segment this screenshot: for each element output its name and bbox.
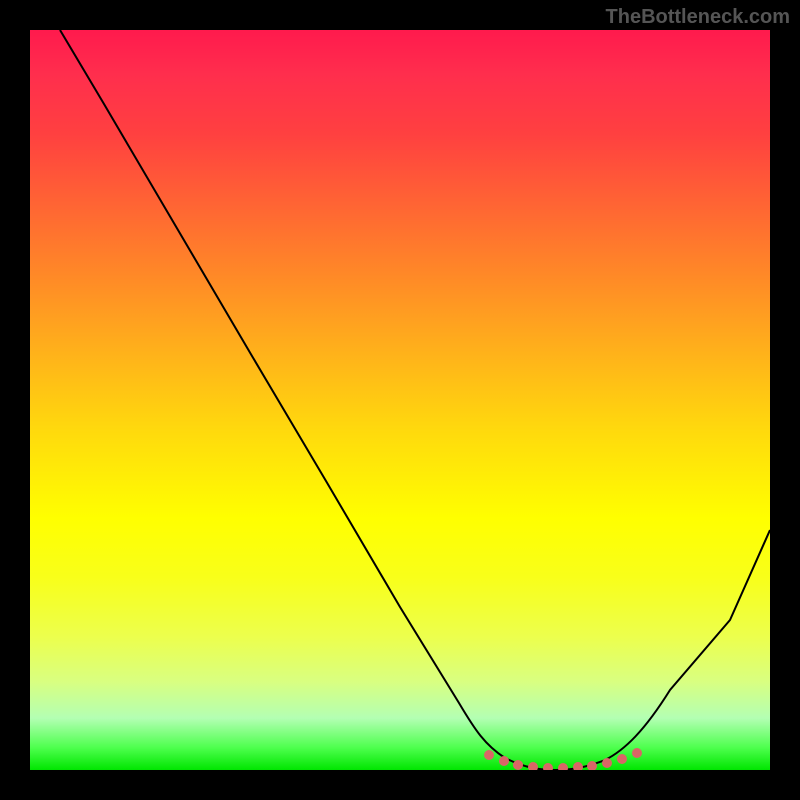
chart-plot-area	[30, 30, 770, 770]
sweet-spot-dot	[499, 756, 509, 766]
sweet-spot-dot	[528, 762, 538, 770]
sweet-spot-dot	[617, 754, 627, 764]
sweet-spot-dot	[573, 762, 583, 770]
sweet-spot-dot	[543, 763, 553, 770]
sweet-spot-dot	[632, 748, 642, 758]
sweet-spot-dot	[558, 763, 568, 770]
bottleneck-curve-path	[60, 30, 770, 770]
sweet-spot-dot	[484, 750, 494, 760]
chart-svg	[30, 30, 770, 770]
sweet-spot-dot	[602, 758, 612, 768]
sweet-spot-dot	[587, 761, 597, 770]
watermark-text: TheBottleneck.com	[606, 6, 790, 29]
sweet-spot-dot	[513, 760, 523, 770]
